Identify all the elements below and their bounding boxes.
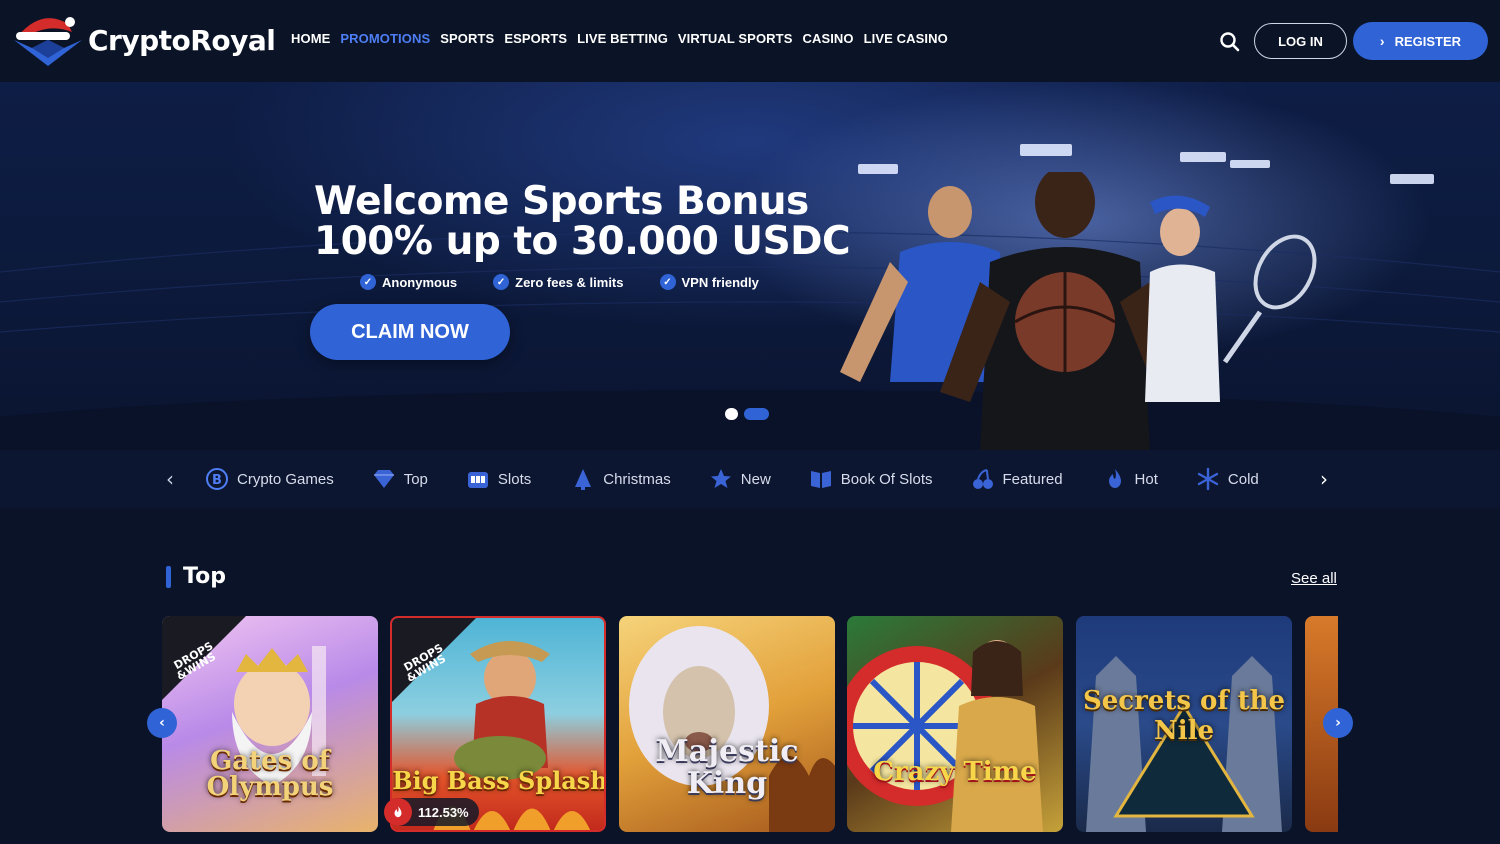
brand-name: CryptoRoyal xyxy=(88,23,276,57)
drops-and-wins-badge: DROPS&WINS xyxy=(392,618,476,702)
category-bar: ‹ B Crypto Games Top Slots Christmas New… xyxy=(0,450,1500,508)
chevron-right-icon: › xyxy=(1379,33,1385,49)
promo-banner: Welcome Sports Bonus 100% up to 30.000 U… xyxy=(0,82,1500,450)
heading-accent-bar xyxy=(166,565,171,588)
search-icon xyxy=(1220,32,1240,52)
snowflake-icon xyxy=(1197,467,1219,491)
check-icon: ✓ xyxy=(493,274,510,290)
game-card-secrets-of-the-nile[interactable]: Secrets of the Nile xyxy=(1076,616,1292,832)
category-featured[interactable]: Featured xyxy=(971,467,1063,491)
banner-features: ✓ Anonymous ✓ Zero fees & limits ✓ VPN f… xyxy=(360,274,759,290)
register-button[interactable]: › REGISTER xyxy=(1353,22,1488,60)
nav-esports[interactable]: ESPORTS xyxy=(504,31,567,46)
game-title: Secrets of the Nile xyxy=(1082,686,1286,746)
nav-promotions[interactable]: PROMOTIONS xyxy=(340,31,430,46)
category-christmas[interactable]: Christmas xyxy=(571,467,671,491)
top-header: CryptoRoyal HOME PROMOTIONS SPORTS ESPOR… xyxy=(0,0,1500,82)
section-heading: Top xyxy=(166,564,226,589)
game-card-majestic-king[interactable]: Majestic King xyxy=(619,616,835,832)
banner-title-line2: 100% up to 30.000 USDC xyxy=(314,219,851,264)
flame-icon xyxy=(1108,469,1121,488)
feature-anonymous: ✓ Anonymous xyxy=(360,274,457,290)
check-icon: ✓ xyxy=(659,274,676,290)
logo-icon xyxy=(14,17,82,66)
svg-text:B: B xyxy=(212,473,222,488)
category-slots[interactable]: Slots xyxy=(466,467,531,491)
athletes-illustration xyxy=(840,172,1317,450)
category-next-button[interactable]: › xyxy=(1313,467,1335,491)
section-title: Top xyxy=(183,564,226,589)
game-card-crazy-time[interactable]: Crazy Time xyxy=(847,616,1063,832)
nav-live-casino[interactable]: LIVE CASINO xyxy=(864,31,948,46)
game-art xyxy=(847,640,1043,832)
main-nav: HOME PROMOTIONS SPORTS ESPORTS LIVE BETT… xyxy=(291,31,948,46)
register-label: REGISTER xyxy=(1394,33,1462,49)
category-book-of-slots[interactable]: Book Of Slots xyxy=(809,467,933,491)
banner-title: Welcome Sports Bonus 100% up to 30.000 U… xyxy=(314,182,874,262)
category-prev-button[interactable]: ‹ xyxy=(159,467,181,491)
christmas-tree-icon xyxy=(575,469,592,490)
category-top[interactable]: Top xyxy=(372,467,428,491)
check-icon: ✓ xyxy=(360,274,376,290)
category-list: B Crypto Games Top Slots Christmas New B… xyxy=(205,467,1259,491)
nav-virtual-sports[interactable]: VIRTUAL SPORTS xyxy=(678,31,793,46)
hot-percent-value: 112.53% xyxy=(418,804,469,820)
star-icon xyxy=(710,469,731,488)
game-title: Crazy Time xyxy=(873,757,1037,787)
feature-vpn: ✓ VPN friendly xyxy=(659,274,759,290)
game-card-gates-of-olympus[interactable]: DROPS &WINS Gates of Olympus xyxy=(162,616,378,832)
flame-icon xyxy=(384,798,412,826)
nav-home[interactable]: HOME xyxy=(291,31,330,46)
category-hot[interactable]: Hot xyxy=(1103,467,1158,491)
games-prev-button[interactable]: ‹ xyxy=(147,708,177,738)
diamond-icon xyxy=(373,470,394,488)
banner-title-line1: Welcome Sports Bonus xyxy=(314,179,809,224)
category-cold[interactable]: Cold xyxy=(1196,467,1259,491)
game-title: Big Bass Splash xyxy=(392,766,606,795)
logo[interactable]: CryptoRoyal xyxy=(12,10,278,70)
book-icon xyxy=(810,471,831,488)
claim-now-button[interactable]: CLAIM NOW xyxy=(310,304,510,360)
bitcoin-icon: B xyxy=(206,468,228,490)
category-crypto-games[interactable]: B Crypto Games xyxy=(205,467,334,491)
search-button[interactable] xyxy=(1216,28,1244,56)
carousel-dot-2[interactable] xyxy=(744,408,769,420)
nav-sports[interactable]: SPORTS xyxy=(440,31,494,46)
nav-casino[interactable]: CASINO xyxy=(802,31,853,46)
login-button[interactable]: LOG IN xyxy=(1254,23,1347,59)
drops-and-wins-badge: DROPS&WINS xyxy=(162,616,246,700)
carousel-dot-1[interactable] xyxy=(725,408,738,420)
carousel-dots xyxy=(725,408,769,420)
game-title: Majestic King xyxy=(655,734,799,801)
see-all-link[interactable]: See all xyxy=(1291,570,1337,587)
feature-zero-fees: ✓ Zero fees & limits xyxy=(493,274,624,290)
slot-machine-icon xyxy=(467,472,488,488)
games-carousel: DROPS &WINS Gates of Olympus DROPS &WINS B… xyxy=(162,616,1338,832)
cherries-icon xyxy=(972,469,993,489)
hot-percent-badge: 112.53% xyxy=(384,798,479,826)
category-new[interactable]: New xyxy=(709,467,771,491)
nav-live-betting[interactable]: LIVE BETTING xyxy=(577,31,668,46)
games-next-button[interactable]: › xyxy=(1323,708,1353,738)
game-title: Gates of Olympus xyxy=(206,746,334,802)
